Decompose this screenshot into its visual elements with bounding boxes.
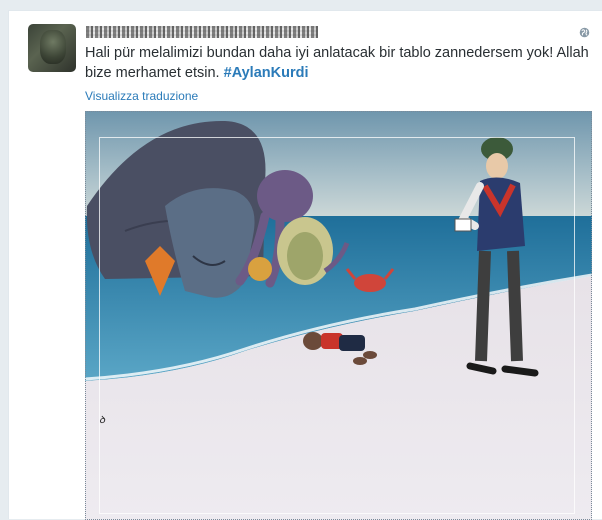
cartoon-illustration: ꝺ (85, 111, 592, 520)
tweet-text: Hali pür melalimizi bundan daha iyi anla… (85, 43, 590, 83)
username-redacted[interactable] (86, 25, 318, 39)
avatar-photo (40, 30, 66, 64)
pixelated-name (86, 26, 318, 38)
globe-icon (579, 27, 590, 38)
translate-link[interactable]: Visualizza traduzione (85, 89, 198, 103)
hashtag-link[interactable]: #AylanKurdi (224, 65, 309, 81)
tweet-card: Hali pür melalimizi bundan daha iyi anla… (8, 10, 602, 520)
svg-text:ꝺ: ꝺ (99, 415, 106, 426)
tweet-body: Hali pür melalimizi bundan daha iyi anla… (85, 45, 589, 81)
tweet-media-image[interactable]: ꝺ (85, 111, 592, 520)
avatar[interactable] (28, 24, 76, 72)
